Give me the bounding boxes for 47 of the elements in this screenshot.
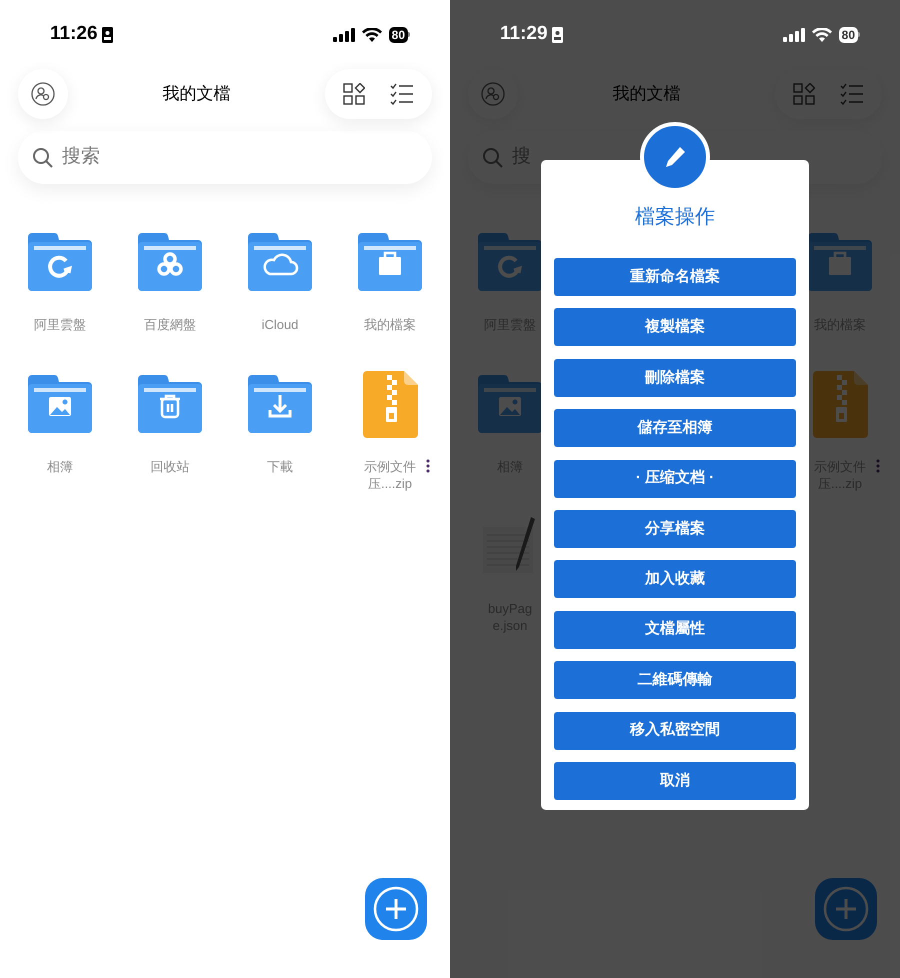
action-button[interactable]: 文檔屬性	[554, 610, 796, 649]
user-settings-icon	[31, 82, 55, 106]
zip-file-icon	[362, 370, 418, 438]
file-name[interactable]: 阿里雲盤	[31, 316, 89, 333]
file-name[interactable]: 百度網盤	[141, 316, 199, 333]
battery-level: 80	[388, 26, 408, 42]
folder-icon	[248, 375, 312, 433]
action-button[interactable]: 加入收藏	[554, 560, 796, 598]
action-button[interactable]: · 压缩文档 ·	[554, 460, 796, 498]
folder-icon	[248, 233, 312, 291]
pencil-icon	[664, 146, 686, 168]
file-name[interactable]: 我的檔案	[361, 316, 419, 333]
signal-icon	[332, 28, 355, 42]
file-name[interactable]: iCloud	[251, 316, 309, 333]
action-button[interactable]: 刪除檔案	[554, 358, 796, 397]
file-name[interactable]: 下載	[251, 458, 309, 475]
page-title: 我的文檔	[162, 83, 230, 106]
action-button[interactable]: 二維碼傳輸	[554, 661, 796, 700]
folder-icon	[358, 233, 422, 291]
clock-time: 11:29	[500, 22, 548, 46]
search-input[interactable]: 搜索	[62, 143, 418, 172]
action-button[interactable]: 重新命名檔案	[554, 258, 796, 296]
folder-icon	[138, 375, 202, 433]
file-name[interactable]: 回收站	[141, 458, 199, 475]
plus-circle-icon	[373, 886, 419, 932]
file-name[interactable]: 相簿	[31, 458, 89, 475]
wifi-icon	[812, 28, 832, 42]
more-icon[interactable]	[426, 459, 430, 473]
clock-time: 11:26	[50, 22, 98, 46]
add-button[interactable]	[365, 878, 427, 940]
checklist-icon[interactable]	[390, 83, 414, 105]
search-icon	[32, 146, 54, 168]
action-button[interactable]: 移入私密空間	[554, 712, 796, 750]
wifi-icon	[362, 28, 382, 42]
folder-icon	[138, 233, 202, 291]
file-name[interactable]: 示例文件压....zip	[361, 458, 419, 492]
dialog-title: 檔案操作	[635, 205, 715, 230]
action-button[interactable]: 複製檔案	[554, 308, 796, 346]
action-button[interactable]: 分享檔案	[554, 510, 796, 548]
page-title: 我的文檔	[612, 83, 680, 106]
action-button[interactable]: 取消	[554, 762, 796, 800]
grid-view-icon[interactable]	[343, 83, 366, 105]
folder-icon	[28, 375, 92, 433]
id-card-icon	[102, 26, 113, 42]
action-button[interactable]: 儲存至相簿	[554, 409, 796, 448]
folder-icon	[28, 233, 92, 291]
signal-icon	[782, 28, 805, 42]
